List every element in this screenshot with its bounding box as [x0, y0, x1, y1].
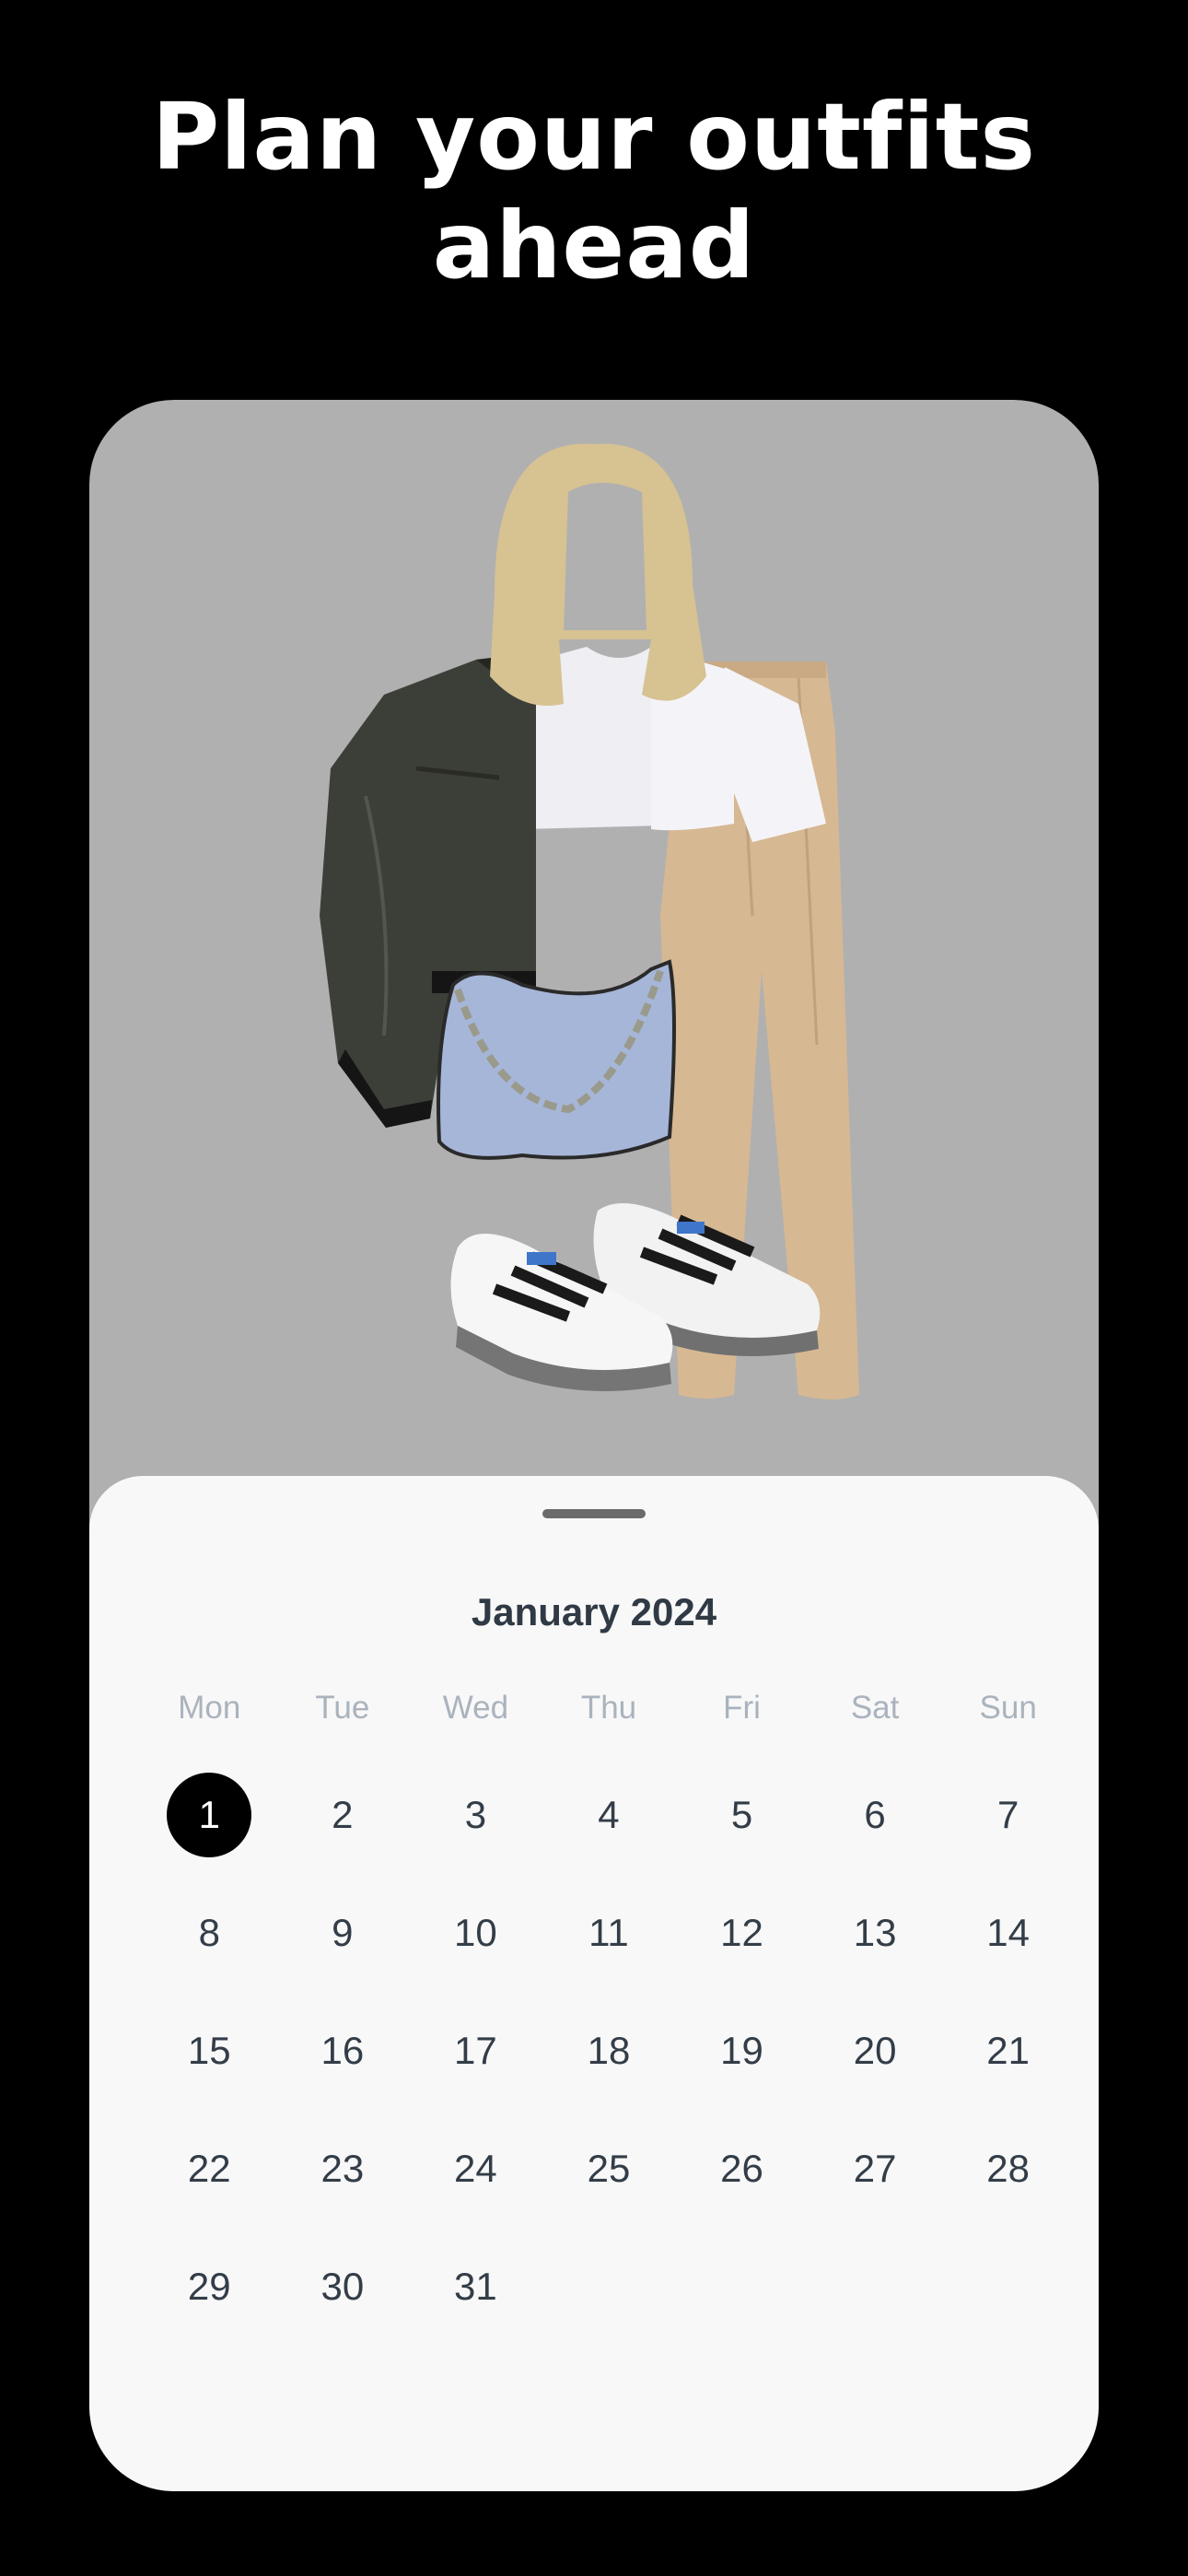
calendar-day-number: 26: [720, 2147, 763, 2190]
calendar-day[interactable]: 4: [542, 1773, 676, 1857]
calendar-day[interactable]: 22: [143, 2126, 276, 2211]
weekday-wed: Wed: [442, 1690, 509, 1726]
calendar-day-number: 3: [464, 1793, 487, 1836]
calendar-day-number: 7: [996, 1793, 1019, 1836]
calendar-day-number: 21: [986, 2029, 1031, 2072]
calendar-day[interactable]: 23: [276, 2126, 410, 2211]
calendar-day[interactable]: 14: [941, 1891, 1075, 1975]
calendar-day[interactable]: 12: [675, 1891, 809, 1975]
calendar-day[interactable]: 10: [409, 1891, 542, 1975]
calendar-day-selected[interactable]: 1: [143, 1773, 276, 1857]
calendar-day-number: 30: [320, 2265, 365, 2308]
weekday-fri: Fri: [723, 1690, 761, 1726]
sneakers-image: [450, 1203, 821, 1391]
calendar-day[interactable]: 11: [542, 1891, 676, 1975]
headline-line-2: ahead: [432, 192, 756, 299]
calendar-day[interactable]: 2: [276, 1773, 410, 1857]
calendar-day-number: 20: [853, 2029, 897, 2072]
calendar-day[interactable]: 18: [542, 2008, 676, 2093]
calendar-day-number: 15: [187, 2029, 231, 2072]
weekday-sat: Sat: [850, 1690, 900, 1726]
calendar-day-number: 25: [587, 2147, 631, 2190]
calendar-day-number: 14: [986, 1911, 1031, 1954]
calendar-day-number: 31: [454, 2265, 497, 2308]
weekday-thu: Thu: [580, 1690, 637, 1726]
calendar-day-number: 4: [598, 1793, 620, 1836]
calendar-day-number: 28: [986, 2147, 1031, 2190]
calendar-day-number: 11: [588, 1911, 629, 1954]
calendar-day-number: 9: [332, 1911, 354, 1954]
headline-line-1: Plan your outfits: [151, 83, 1037, 191]
calendar-day-number: 17: [454, 2029, 497, 2072]
calendar-day[interactable]: 17: [409, 2008, 542, 2093]
calendar-day[interactable]: 21: [941, 2008, 1075, 2093]
calendar-days-grid: 1 2 3 4 5 6 7 8 9 10 11 12 13 14 15 16 17 18 19 20 21 22 23 24 2…: [143, 1773, 1075, 2362]
calendar-day[interactable]: 24: [409, 2126, 542, 2211]
calendar-day[interactable]: 13: [809, 1891, 942, 1975]
calendar-day[interactable]: 3: [409, 1773, 542, 1857]
calendar-day[interactable]: 7: [941, 1773, 1075, 1857]
calendar-day-number: 1: [167, 1773, 252, 1857]
calendar-day[interactable]: 31: [409, 2244, 542, 2329]
calendar-day-number: 10: [454, 1911, 497, 1954]
calendar-day[interactable]: 26: [675, 2126, 809, 2211]
outfit-card: January 2024 Mon Tue Wed Thu Fri Sat Sun…: [89, 400, 1099, 2491]
calendar-day-number: 6: [864, 1793, 886, 1836]
calendar-sheet: January 2024 Mon Tue Wed Thu Fri Sat Sun…: [89, 1476, 1099, 2491]
calendar-day-number: 19: [720, 2029, 763, 2072]
calendar-day[interactable]: 29: [143, 2244, 276, 2329]
weekday-sun: Sun: [979, 1690, 1037, 1726]
calendar-day-number: 22: [187, 2147, 231, 2190]
weekday-header-row: Mon Tue Wed Thu Fri Sat Sun: [143, 1690, 1075, 1727]
calendar-day[interactable]: 16: [276, 2008, 410, 2093]
calendar-day-number: 24: [454, 2147, 497, 2190]
outfit-illustration: [320, 443, 859, 1399]
calendar-day[interactable]: 25: [542, 2126, 676, 2211]
calendar-day[interactable]: 20: [809, 2008, 942, 2093]
calendar-day-number: 13: [853, 1911, 897, 1954]
calendar-day[interactable]: 19: [675, 2008, 809, 2093]
calendar-day-number: 18: [587, 2029, 631, 2072]
blue-shoulder-bag-image: [437, 959, 676, 1160]
calendar-day[interactable]: 27: [809, 2126, 942, 2211]
calendar-day[interactable]: 28: [941, 2126, 1075, 2211]
sheet-grabber-handle[interactable]: [542, 1509, 646, 1518]
page-headline: Plan your outfits ahead: [0, 83, 1188, 300]
weekday-mon: Mon: [178, 1690, 241, 1726]
weekday-tue: Tue: [315, 1690, 370, 1726]
calendar-day[interactable]: 15: [143, 2008, 276, 2093]
calendar-day-number: 16: [320, 2029, 365, 2072]
calendar-day[interactable]: 9: [276, 1891, 410, 1975]
calendar-day-number: 29: [187, 2265, 231, 2308]
calendar-day-number: 5: [730, 1793, 753, 1836]
calendar-day-number: 12: [720, 1911, 763, 1954]
calendar-month-title: January 2024: [471, 1590, 717, 1633]
calendar-day-number: 8: [198, 1911, 220, 1954]
calendar-day-number: 23: [320, 2147, 365, 2190]
calendar-day[interactable]: 5: [675, 1773, 809, 1857]
calendar-day[interactable]: 30: [276, 2244, 410, 2329]
calendar-day[interactable]: 6: [809, 1773, 942, 1857]
calendar-day[interactable]: 8: [143, 1891, 276, 1975]
calendar-day-number: 2: [332, 1793, 354, 1836]
calendar-day-number: 27: [853, 2147, 897, 2190]
